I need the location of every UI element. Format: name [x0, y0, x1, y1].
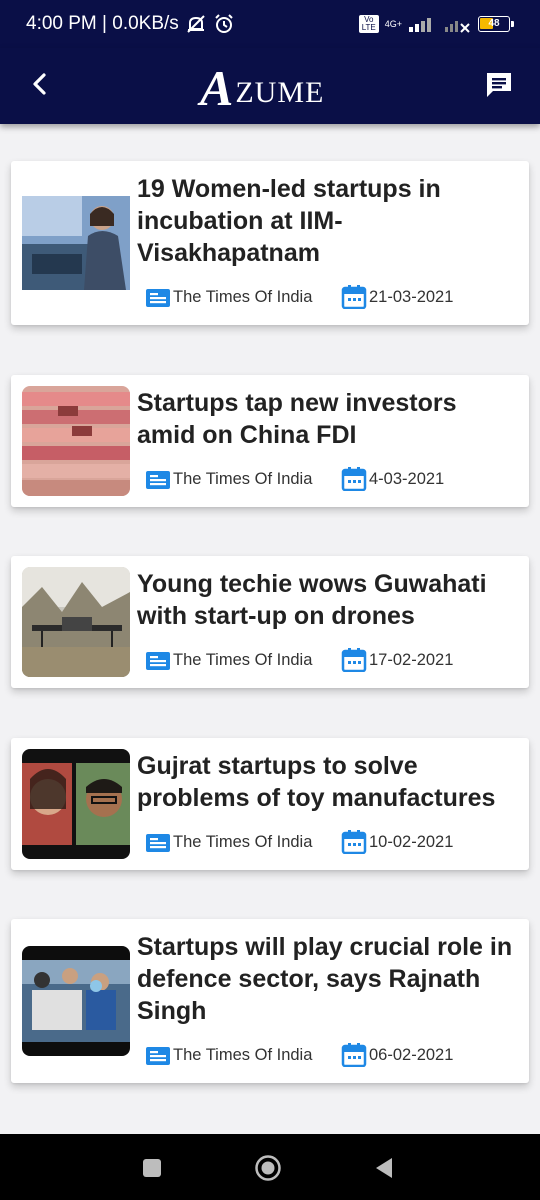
status-left: 4:00 PM | 0.0KB/s: [26, 13, 235, 35]
calendar-icon: [341, 830, 367, 854]
newspaper-icon: [146, 471, 170, 489]
article-thumbnail: [22, 749, 130, 859]
battery-level: 48: [488, 18, 500, 29]
volte-badge: Vo LTE: [358, 15, 379, 33]
article-source-label: The Times Of India: [173, 650, 313, 669]
article-thumbnail: [22, 386, 130, 496]
article-date: 10-02-2021: [341, 830, 453, 854]
article-meta: The Times Of India 17-02-2021: [145, 647, 525, 673]
recents-button[interactable]: [138, 1154, 166, 1182]
article-date: 17-02-2021: [341, 648, 453, 672]
article-meta: The Times Of India 21-03-2021: [145, 284, 525, 310]
back-button[interactable]: [22, 66, 58, 102]
battery-icon: 48: [478, 16, 514, 32]
article-source-label: The Times Of India: [173, 1045, 313, 1064]
article-source-label: The Times Of India: [173, 832, 313, 851]
article-title[interactable]: Young techie wows Guwahati with start-up…: [137, 568, 519, 632]
calendar-icon: [341, 285, 367, 309]
article-title[interactable]: Gujrat startups to solve problems of toy…: [137, 750, 519, 814]
status-right: Vo LTE 4G+ 48: [358, 15, 514, 33]
article-source: The Times Of India: [145, 285, 341, 309]
article-source: The Times Of India: [145, 467, 341, 491]
article-date: 21-03-2021: [341, 285, 453, 309]
newspaper-icon: [146, 289, 170, 307]
system-nav-bar: [0, 1134, 540, 1200]
article-source-label: The Times Of India: [173, 287, 313, 306]
system-back-button[interactable]: [370, 1154, 398, 1182]
article-card[interactable]: Young techie wows Guwahati with start-up…: [11, 556, 529, 688]
chevron-left-icon: [33, 73, 46, 95]
article-title[interactable]: Startups tap new investors amid on China…: [137, 387, 519, 451]
alarm-off-icon: [187, 15, 205, 33]
alarm-icon: [215, 14, 233, 33]
article-source-label: The Times Of India: [173, 469, 313, 488]
article-source: The Times Of India: [145, 648, 341, 672]
newspaper-icon: [146, 1047, 170, 1065]
article-source: The Times Of India: [145, 1043, 341, 1067]
article-card[interactable]: Startups will play crucial role in defen…: [11, 919, 529, 1083]
article-thumbnail: [22, 196, 130, 290]
article-date-label: 4-03-2021: [369, 469, 445, 488]
article-date-label: 10-02-2021: [369, 832, 454, 851]
square-icon: [143, 1159, 161, 1177]
app-bar: A ZUME: [0, 48, 540, 124]
article-card[interactable]: Startups tap new investors amid on China…: [11, 375, 529, 507]
calendar-icon: [341, 1043, 367, 1067]
article-meta: The Times Of India 06-02-2021: [145, 1042, 525, 1068]
article-date-label: 06-02-2021: [369, 1045, 454, 1064]
article-source: The Times Of India: [145, 830, 341, 854]
article-date: 06-02-2021: [341, 1043, 453, 1067]
article-meta: The Times Of India 4-03-2021: [145, 466, 525, 492]
article-thumbnail: [22, 946, 130, 1056]
triangle-back-icon: [376, 1158, 392, 1178]
article-title[interactable]: Startups will play crucial role in defen…: [137, 931, 519, 1027]
calendar-icon: [341, 648, 367, 672]
article-date: 4-03-2021: [341, 467, 444, 491]
network-label: 4G+: [384, 19, 402, 29]
logo-text: ZUME: [235, 76, 325, 109]
status-time-speed: 4:00 PM | 0.0KB/s: [26, 13, 179, 34]
signal-icon: [409, 18, 431, 32]
app-logo: A ZUME: [200, 60, 325, 116]
newspaper-icon: [146, 652, 170, 670]
article-card[interactable]: Gujrat startups to solve problems of toy…: [11, 738, 529, 870]
circle-icon: [255, 1155, 281, 1181]
article-title[interactable]: 19 Women-led startups in incubation at I…: [137, 173, 519, 269]
article-date-label: 21-03-2021: [369, 287, 454, 306]
newspaper-icon: [146, 834, 170, 852]
logo-initial: A: [200, 60, 234, 116]
message-icon: [487, 73, 511, 97]
signal-no-service-icon: [445, 21, 470, 33]
article-thumbnail: [22, 567, 130, 677]
calendar-icon: [341, 467, 367, 491]
status-bar: 4:00 PM | 0.0KB/s Vo LTE 4G+ 48: [0, 0, 540, 48]
chat-button[interactable]: [482, 68, 516, 102]
home-button[interactable]: [254, 1154, 282, 1182]
article-meta: The Times Of India 10-02-2021: [145, 829, 525, 855]
article-date-label: 17-02-2021: [369, 650, 454, 669]
article-card[interactable]: 19 Women-led startups in incubation at I…: [11, 161, 529, 325]
